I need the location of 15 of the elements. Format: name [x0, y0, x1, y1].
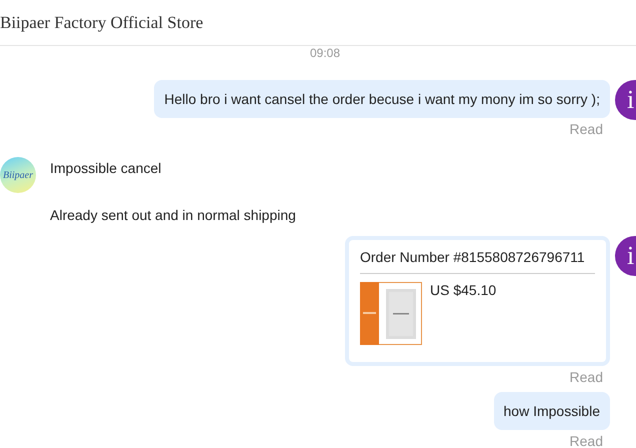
- order-price: US $45.10: [430, 282, 496, 300]
- message-bubble: how Impossible: [494, 392, 610, 430]
- user-avatar: i: [615, 80, 636, 120]
- order-card[interactable]: Order Number #8155808726796711 US $45.10: [345, 236, 610, 366]
- read-status: Read: [570, 368, 603, 386]
- store-title: Biipaer Factory Official Store: [0, 12, 204, 34]
- message-text: Already sent out and in normal shipping: [50, 206, 296, 224]
- store-avatar: Biipaer: [0, 157, 36, 193]
- message-text: Impossible cancel: [50, 159, 162, 177]
- read-status: Read: [570, 120, 603, 138]
- read-status: Read: [570, 432, 603, 448]
- message-bubble: Hello bro i want cansel the order becuse i want my mony im so sorry );: [154, 80, 610, 118]
- order-number: Order Number #8155808726796711: [360, 249, 595, 274]
- user-avatar: i: [615, 236, 636, 276]
- message-timestamp: 09:08: [310, 46, 340, 62]
